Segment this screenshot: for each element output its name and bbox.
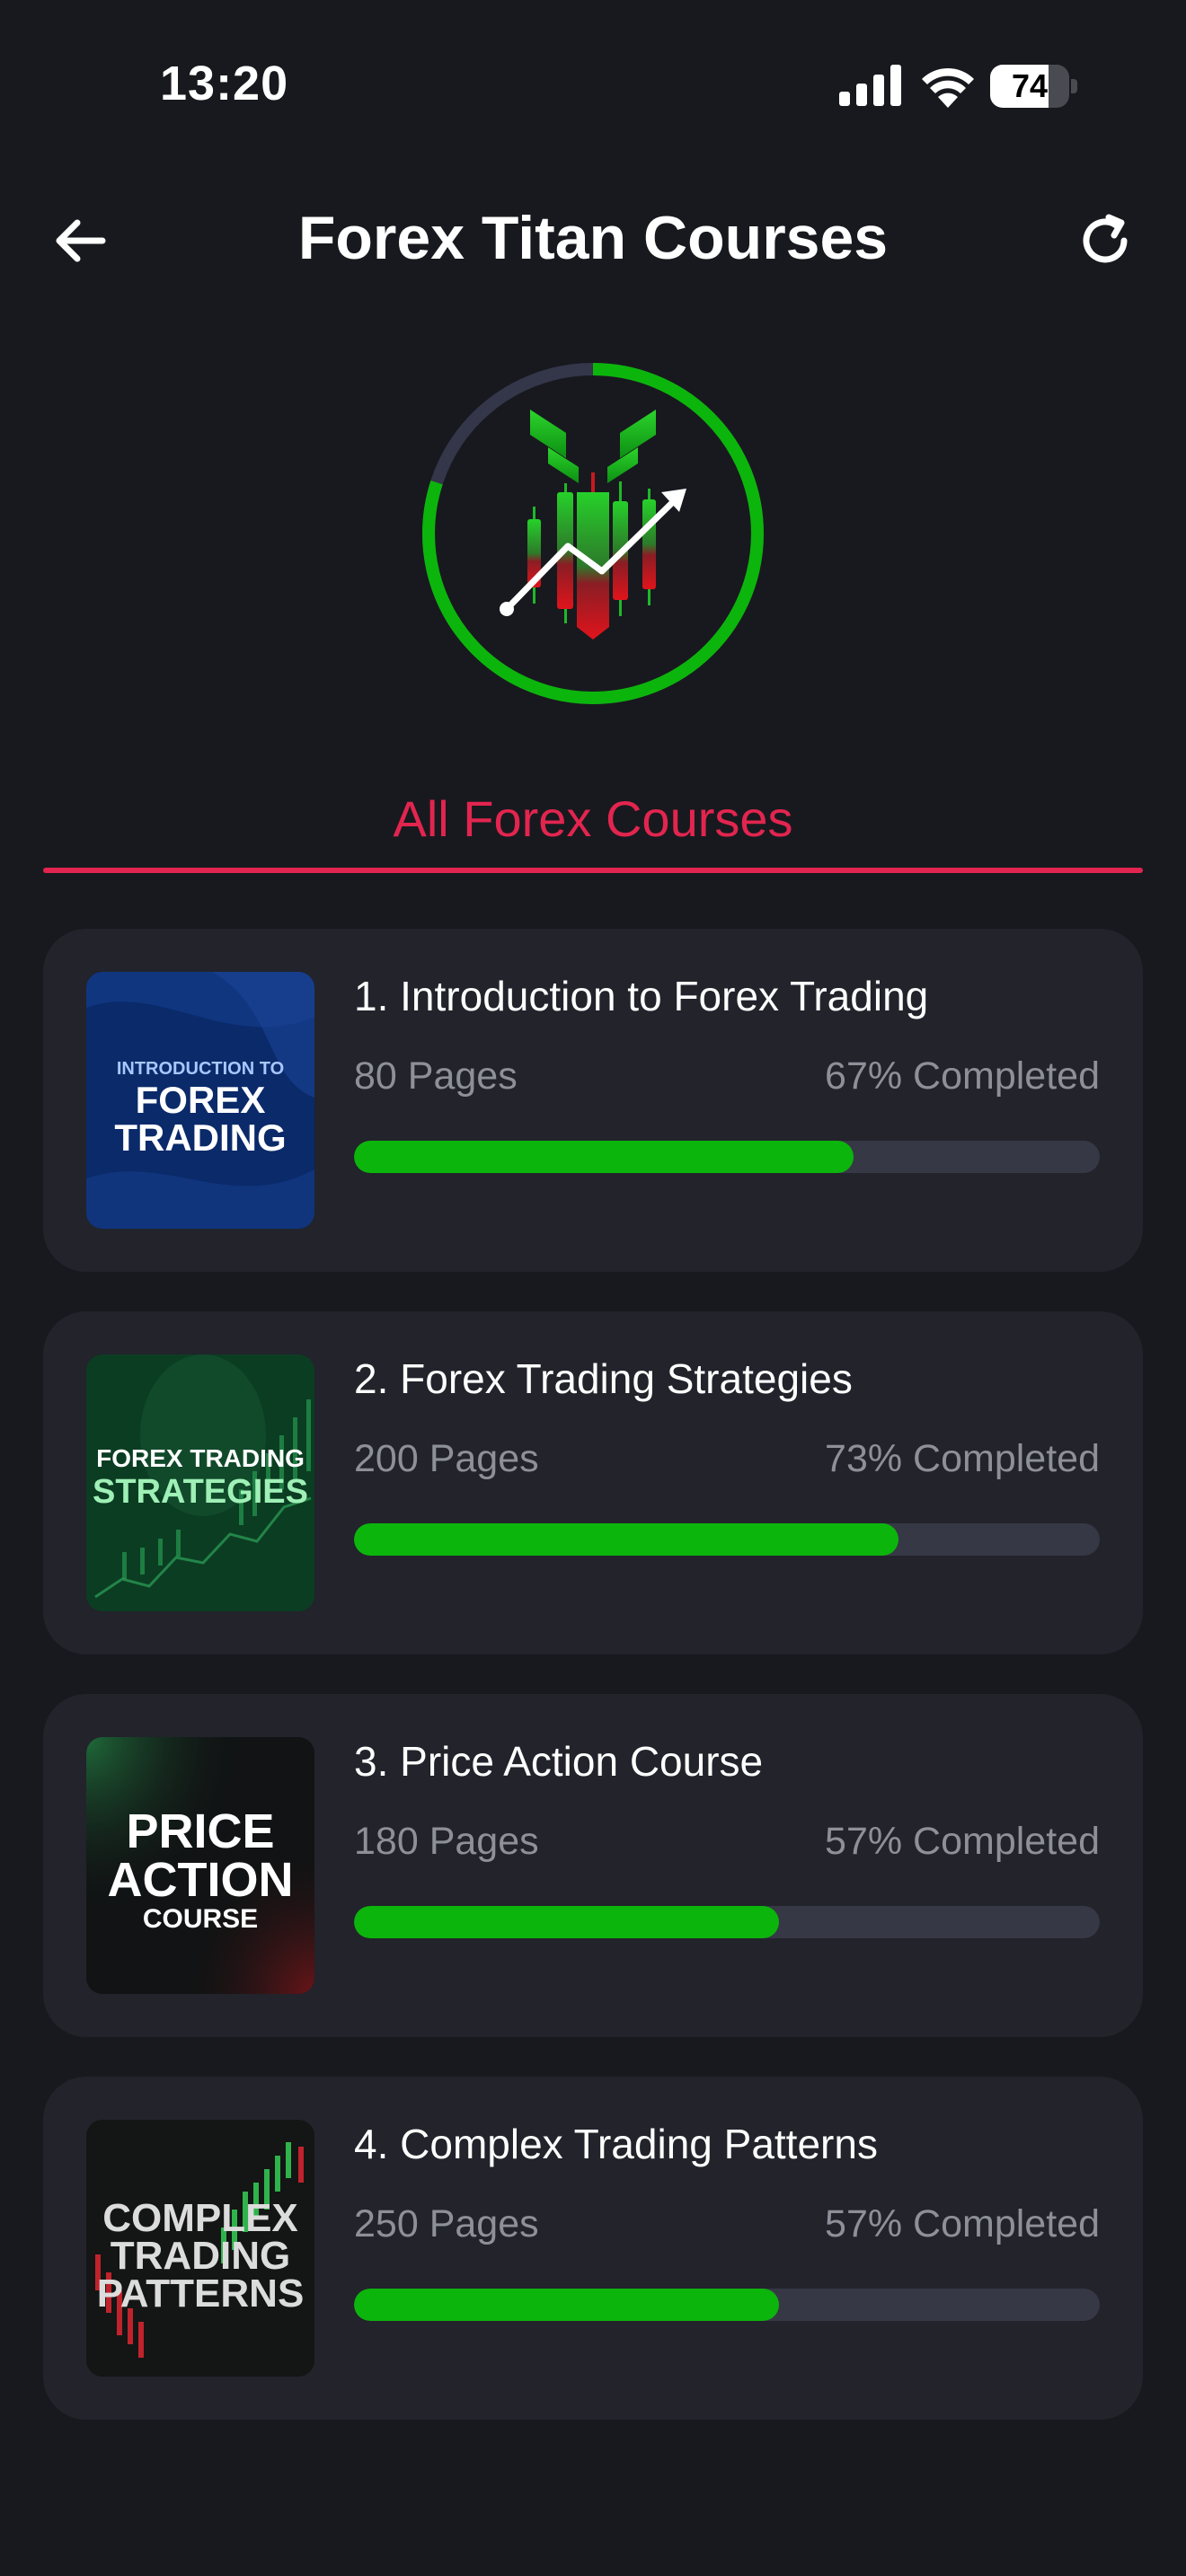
app-header: Forex Titan Courses xyxy=(0,180,1186,296)
course-completion: 57% Completed xyxy=(825,2202,1100,2245)
forex-titan-logo xyxy=(422,363,764,704)
course-progress-fill xyxy=(354,1141,854,1173)
course-thumbnail: INTRODUCTION TO FOREX TRADING xyxy=(86,972,314,1229)
course-completion: 67% Completed xyxy=(825,1054,1100,1098)
course-thumbnail: FOREX TRADING STRATEGIES xyxy=(86,1354,314,1611)
refresh-button[interactable] xyxy=(1067,203,1143,278)
course-card-forex-trading-strategies[interactable]: FOREX TRADING STRATEGIES 2. Forex Tradin… xyxy=(43,1311,1143,1654)
course-card-complex-trading-patterns[interactable]: COMPLEX TRADING PATTERNS 4. Complex Trad… xyxy=(43,2077,1143,2420)
wifi-icon xyxy=(922,67,974,108)
thumb-caption: ACTION xyxy=(107,1853,294,1907)
thumb-caption: TRADING xyxy=(110,2234,291,2278)
course-page-count: 250 Pages xyxy=(354,2202,539,2245)
refresh-icon xyxy=(1083,214,1128,263)
course-title: 2. Forex Trading Strategies xyxy=(354,1355,853,1402)
thumb-caption: STRATEGIES xyxy=(93,1473,308,1511)
cellular-signal-icon xyxy=(839,65,901,106)
course-page-count: 80 Pages xyxy=(354,1054,518,1098)
page-title: Forex Titan Courses xyxy=(297,204,889,272)
active-tab-indicator xyxy=(43,868,1143,873)
course-progress-fill xyxy=(354,1906,780,1938)
course-title: 3. Price Action Course xyxy=(354,1738,764,1785)
battery-indicator: 74 xyxy=(990,65,1078,108)
tab-all-forex-courses[interactable]: All Forex Courses xyxy=(43,774,1143,864)
course-title: 1. Introduction to Forex Trading xyxy=(354,973,929,1019)
status-bar: 13:20 74 xyxy=(0,0,1186,171)
course-progress-bar xyxy=(354,2289,1100,2321)
thumb-caption: INTRODUCTION TO xyxy=(116,1059,285,1079)
thumb-caption: COURSE xyxy=(142,1904,259,1934)
battery-level: 74 xyxy=(1011,67,1049,104)
course-progress-bar xyxy=(354,1141,1100,1173)
course-progress-fill xyxy=(354,2289,780,2321)
course-completion: 57% Completed xyxy=(825,1820,1100,1863)
thumb-caption: PRICE xyxy=(126,1804,275,1858)
course-card-price-action-course[interactable]: PRICE ACTION COURSE 3. Price Action Cour… xyxy=(43,1694,1143,2037)
course-thumbnail: COMPLEX TRADING PATTERNS xyxy=(86,2120,314,2377)
course-page-count: 180 Pages xyxy=(354,1820,539,1863)
course-card-introduction-to-forex-trading[interactable]: INTRODUCTION TO FOREX TRADING 1. Introdu… xyxy=(43,929,1143,1272)
course-list: INTRODUCTION TO FOREX TRADING 1. Introdu… xyxy=(43,929,1143,2459)
course-progress-bar xyxy=(354,1906,1100,1938)
thumb-caption: FOREX xyxy=(135,1079,266,1121)
course-progress-bar xyxy=(354,1523,1100,1556)
thumb-caption: COMPLEX xyxy=(102,2196,298,2240)
thumb-caption: TRADING xyxy=(114,1116,287,1159)
thumb-caption: PATTERNS xyxy=(96,2272,305,2316)
course-thumbnail: PRICE ACTION COURSE xyxy=(86,1737,314,1994)
status-time: 13:20 xyxy=(160,57,289,110)
thumb-caption: FOREX TRADING xyxy=(96,1444,305,1472)
course-progress-fill xyxy=(354,1523,898,1556)
tab-bar: All Forex Courses xyxy=(43,774,1143,873)
course-title: 4. Complex Trading Patterns xyxy=(354,2121,878,2167)
course-page-count: 200 Pages xyxy=(354,1437,539,1480)
course-completion: 73% Completed xyxy=(825,1437,1100,1480)
